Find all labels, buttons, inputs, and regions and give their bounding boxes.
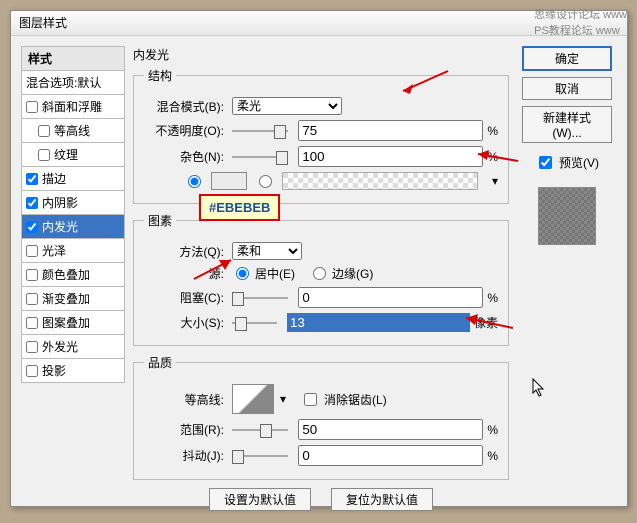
style-check-bevel[interactable]: [26, 101, 38, 113]
style-item-satin[interactable]: 光泽: [21, 239, 125, 263]
blend-mode-label: 混合模式(B):: [144, 98, 224, 115]
choke-input[interactable]: [298, 287, 483, 308]
chevron-down-icon[interactable]: ▾: [492, 174, 498, 188]
anti-alias-check[interactable]: [304, 393, 317, 406]
technique-label: 方法(Q):: [144, 243, 224, 260]
color-radio[interactable]: [188, 175, 201, 188]
style-item-color-overlay[interactable]: 颜色叠加: [21, 263, 125, 287]
panel-title: 内发光: [133, 46, 509, 63]
right-panel: 确定 取消 新建样式(W)... 预览(V): [517, 46, 617, 511]
style-check-contour[interactable]: [38, 125, 50, 137]
size-input[interactable]: [287, 313, 470, 332]
style-check-gradient-overlay[interactable]: [26, 293, 38, 305]
reset-default-button[interactable]: 复位为默认值: [331, 488, 433, 511]
style-item-inner-glow[interactable]: 内发光: [21, 215, 125, 239]
source-edge-radio[interactable]: [313, 267, 326, 280]
choke-slider[interactable]: [232, 290, 288, 306]
style-item-outer-glow[interactable]: 外发光: [21, 335, 125, 359]
opacity-slider[interactable]: [232, 123, 288, 139]
style-check-inner-shadow[interactable]: [26, 197, 38, 209]
blend-mode-select[interactable]: 柔光: [232, 97, 342, 115]
noise-label: 杂色(N):: [144, 148, 224, 165]
cursor-icon: [532, 378, 546, 403]
gradient-radio[interactable]: [259, 175, 272, 188]
style-check-inner-glow[interactable]: [26, 221, 38, 233]
noise-input[interactable]: [298, 146, 483, 167]
opacity-input[interactable]: [298, 120, 483, 141]
ok-button[interactable]: 确定: [522, 46, 612, 71]
cancel-button[interactable]: 取消: [522, 77, 612, 100]
style-check-texture[interactable]: [38, 149, 50, 161]
jitter-input[interactable]: [298, 445, 483, 466]
size-label: 大小(S):: [144, 314, 224, 331]
style-item-stroke[interactable]: 描边: [21, 167, 125, 191]
range-input[interactable]: [298, 419, 483, 440]
jitter-slider[interactable]: [232, 448, 288, 464]
contour-label: 等高线:: [144, 391, 224, 408]
source-center-radio[interactable]: [236, 267, 249, 280]
style-item-gradient-overlay[interactable]: 渐变叠加: [21, 287, 125, 311]
preview-swatch: [538, 187, 596, 245]
color-swatch[interactable]: [211, 172, 247, 190]
dialog-title: 图层样式: [19, 16, 67, 30]
preview-check[interactable]: [539, 156, 552, 169]
range-label: 范围(R):: [144, 421, 224, 438]
elements-legend: 图素: [144, 212, 176, 229]
settings-panel: 内发光 结构 混合模式(B): 柔光 不透明度(O): %: [133, 46, 509, 511]
style-item-bevel[interactable]: 斜面和浮雕: [21, 95, 125, 119]
jitter-label: 抖动(J):: [144, 447, 224, 464]
color-annotation: #EBEBEB: [199, 194, 280, 221]
layer-style-dialog: 图层样式 样式 混合选项:默认 斜面和浮雕 等高线 纹理 描边: [10, 10, 628, 507]
style-check-stroke[interactable]: [26, 173, 38, 185]
quality-group: 品质 等高线: ▾ 消除锯齿(L) 范围(R): %: [133, 354, 509, 480]
style-item-pattern-overlay[interactable]: 图案叠加: [21, 311, 125, 335]
quality-legend: 品质: [144, 354, 176, 371]
make-default-button[interactable]: 设置为默认值: [209, 488, 311, 511]
style-item-blend-options[interactable]: 混合选项:默认: [21, 71, 125, 95]
style-check-drop-shadow[interactable]: [26, 365, 38, 377]
style-check-pattern-overlay[interactable]: [26, 317, 38, 329]
gradient-swatch[interactable]: [282, 172, 478, 190]
structure-group: 结构 混合模式(B): 柔光 不透明度(O): % 杂色(N):: [133, 67, 509, 204]
range-slider[interactable]: [232, 422, 288, 438]
structure-legend: 结构: [144, 67, 176, 84]
watermark-text: 思缘设计论坛 www PS教程论坛 www: [534, 6, 627, 38]
choke-label: 阻塞(C):: [144, 289, 224, 306]
style-item-inner-shadow[interactable]: 内阴影: [21, 191, 125, 215]
styles-header: 样式: [21, 46, 125, 71]
style-item-texture[interactable]: 纹理: [21, 143, 125, 167]
style-check-outer-glow[interactable]: [26, 341, 38, 353]
technique-select[interactable]: 柔和: [232, 242, 302, 260]
style-check-satin[interactable]: [26, 245, 38, 257]
size-slider[interactable]: [232, 315, 277, 331]
style-item-contour[interactable]: 等高线: [21, 119, 125, 143]
style-item-drop-shadow[interactable]: 投影: [21, 359, 125, 383]
style-check-color-overlay[interactable]: [26, 269, 38, 281]
source-label: 源:: [144, 265, 224, 282]
opacity-label: 不透明度(O):: [144, 122, 224, 139]
new-style-button[interactable]: 新建样式(W)...: [522, 106, 612, 143]
contour-picker[interactable]: [232, 384, 274, 414]
styles-list: 样式 混合选项:默认 斜面和浮雕 等高线 纹理 描边 内阴影: [21, 46, 125, 511]
elements-group: 图素 方法(Q): 柔和 源: 居中(E) 边缘(G) 阻塞(C):: [133, 212, 509, 346]
noise-slider[interactable]: [232, 149, 288, 165]
chevron-down-icon[interactable]: ▾: [280, 392, 286, 406]
